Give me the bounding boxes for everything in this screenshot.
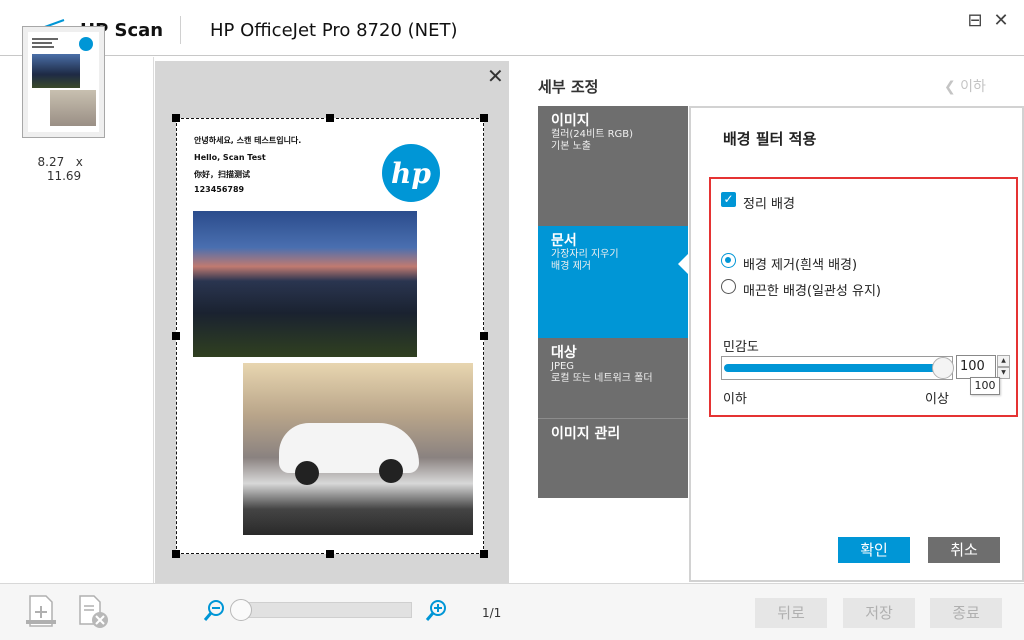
smooth-background-radio[interactable] <box>721 279 736 294</box>
tab-subtitle: 가장자리 지우기 <box>551 249 619 260</box>
sensitivity-input[interactable]: 100 <box>956 355 996 379</box>
crop-handle[interactable] <box>172 332 180 340</box>
city-night-photo <box>193 211 417 357</box>
min-label: 이하 <box>723 392 747 407</box>
car-showroom-photo <box>243 363 473 535</box>
remove-background-label: 배경 제거(흰색 배경) <box>743 258 858 273</box>
value-tooltip: 100 <box>970 377 1000 395</box>
cancel-button[interactable]: 취소 <box>928 537 1000 563</box>
finish-button[interactable]: 종료 <box>930 598 1002 628</box>
back-link[interactable]: ❮ 이하 <box>944 76 986 96</box>
crop-handle[interactable] <box>480 332 488 340</box>
sensitivity-label: 민감도 <box>723 340 759 355</box>
page-width: 8.27 <box>37 155 65 169</box>
clean-background-checkbox[interactable]: ✓ <box>721 192 736 207</box>
minimize-button[interactable]: ⊟ <box>966 12 984 30</box>
zoom-slider[interactable] <box>240 602 412 618</box>
tab-title: 문서 <box>551 233 577 249</box>
delete-page-icon[interactable] <box>76 594 112 630</box>
zoom-slider-thumb[interactable] <box>230 599 252 621</box>
settings-title: 세부 조정 <box>538 78 599 96</box>
page-text-line: 안녕하세요, 스캔 테스트입니다. <box>194 136 302 145</box>
clean-background-label: 정리 배경 <box>743 197 795 212</box>
tab-title: 이미지 <box>551 113 590 129</box>
zoom-out-icon[interactable] <box>202 598 228 624</box>
zoom-in-icon[interactable] <box>424 598 450 624</box>
page-text-line: 123456789 <box>194 185 245 194</box>
page-text-line: Hello, Scan Test <box>194 153 266 162</box>
tab-subtitle: 기본 노출 <box>551 141 591 152</box>
tab-title: 이미지 관리 <box>551 426 621 442</box>
device-name: HP OfficeJet Pro 8720 (NET) <box>210 20 458 41</box>
close-window-button[interactable]: ✕ <box>992 12 1010 30</box>
page-height: 11.69 <box>46 169 82 183</box>
tab-image-management[interactable]: 이미지 관리 <box>538 419 688 498</box>
add-page-icon[interactable] <box>24 594 60 630</box>
crop-handle[interactable] <box>480 114 488 122</box>
smooth-background-label: 매끈한 배경(일관성 유지) <box>743 284 882 299</box>
page-size: 8.27 x 11.69 <box>22 155 106 183</box>
tab-document[interactable]: 문서 가장자리 지우기 배경 제거 <box>538 226 688 338</box>
hp-logo: hp <box>382 144 440 202</box>
crop-handle[interactable] <box>172 114 180 122</box>
size-separator: x <box>75 155 83 169</box>
crop-handle[interactable] <box>326 550 334 558</box>
sensitivity-fill <box>724 364 944 372</box>
active-tab-pointer <box>678 254 688 274</box>
detail-title: 배경 필터 적용 <box>723 130 817 148</box>
sensitivity-slider-thumb[interactable] <box>932 357 954 379</box>
spin-up-icon[interactable]: ▲ <box>997 355 1010 367</box>
page-thumbnail[interactable] <box>22 26 105 138</box>
tab-title: 대상 <box>551 345 577 361</box>
scanned-page: 안녕하세요, 스캔 테스트입니다. Hello, Scan Test 你好，扫描… <box>176 118 484 554</box>
svg-text:hp: hp <box>391 157 431 190</box>
back-button[interactable]: 뒤로 <box>755 598 827 628</box>
crop-handle[interactable] <box>172 550 180 558</box>
close-preview-button[interactable]: ✕ <box>487 64 504 88</box>
title-divider <box>180 16 181 44</box>
save-button[interactable]: 저장 <box>843 598 915 628</box>
tab-subtitle: 배경 제거 <box>551 261 591 272</box>
tab-subtitle: 로컬 또는 네트워크 폴더 <box>551 373 653 384</box>
crop-handle[interactable] <box>326 114 334 122</box>
tab-subtitle: 컬러(24비트 RGB) <box>551 129 634 140</box>
tab-image[interactable]: 이미지 컬러(24비트 RGB) 기본 노출 <box>538 106 688 226</box>
max-label: 이상 <box>925 392 949 407</box>
ok-button[interactable]: 확인 <box>838 537 910 563</box>
page-text-line: 你好，扫描测试 <box>194 170 250 179</box>
remove-background-radio[interactable] <box>721 253 736 268</box>
tab-destination[interactable]: 대상 JPEG 로컬 또는 네트워크 폴더 <box>538 338 688 418</box>
tab-subtitle: JPEG <box>551 361 575 372</box>
crop-handle[interactable] <box>480 550 488 558</box>
page-counter: 1/1 <box>482 606 502 620</box>
